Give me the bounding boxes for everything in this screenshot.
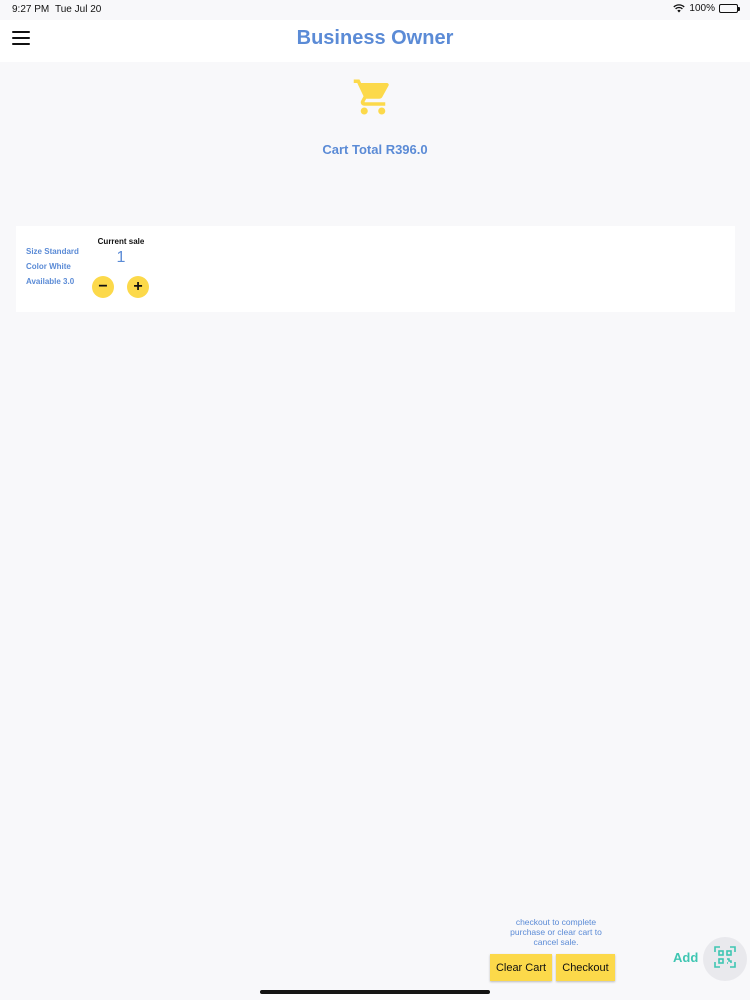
status-date: Tue Jul 20 [55, 4, 102, 15]
checkout-button[interactable]: Checkout [556, 954, 615, 981]
battery-percent: 100% [689, 3, 715, 14]
increment-quantity-button[interactable]: + [127, 276, 149, 298]
item-size: Size Standard [26, 247, 79, 256]
status-indicators: 100% [673, 3, 740, 14]
item-color: Color White [26, 262, 71, 271]
clear-cart-button[interactable]: Clear Cart [490, 954, 552, 981]
item-attributes: Size Standard Color White Available 3.0 [26, 247, 79, 292]
cart-item-card: Size Standard Color White Available 3.0 … [16, 226, 735, 312]
current-sale-label: Current sale [97, 237, 145, 246]
item-available: Available 3.0 [26, 277, 75, 286]
qr-scan-button[interactable] [703, 937, 747, 981]
cart-total: Cart Total R396.0 [322, 142, 428, 157]
decrement-quantity-button[interactable]: − [92, 276, 114, 298]
add-label[interactable]: Add [673, 950, 698, 965]
qr-scan-icon [714, 945, 736, 973]
battery-icon [719, 4, 740, 13]
page-title: Business Owner [296, 27, 454, 49]
current-sale: Current sale 1 [92, 237, 150, 267]
wifi-icon [673, 4, 686, 13]
status-time: 9:27 PM [12, 4, 50, 15]
shopping-cart-icon [352, 76, 394, 118]
home-indicator [260, 990, 490, 994]
status-bar: 9:27 PM Tue Jul 20 100% [0, 0, 750, 20]
sale-quantity: 1 [116, 249, 126, 266]
checkout-hint: checkout to complete purchase or clear c… [510, 917, 602, 947]
app-screen: 9:27 PM Tue Jul 20 100% Business Owner C… [0, 0, 750, 1000]
app-header: Business Owner [0, 20, 750, 62]
